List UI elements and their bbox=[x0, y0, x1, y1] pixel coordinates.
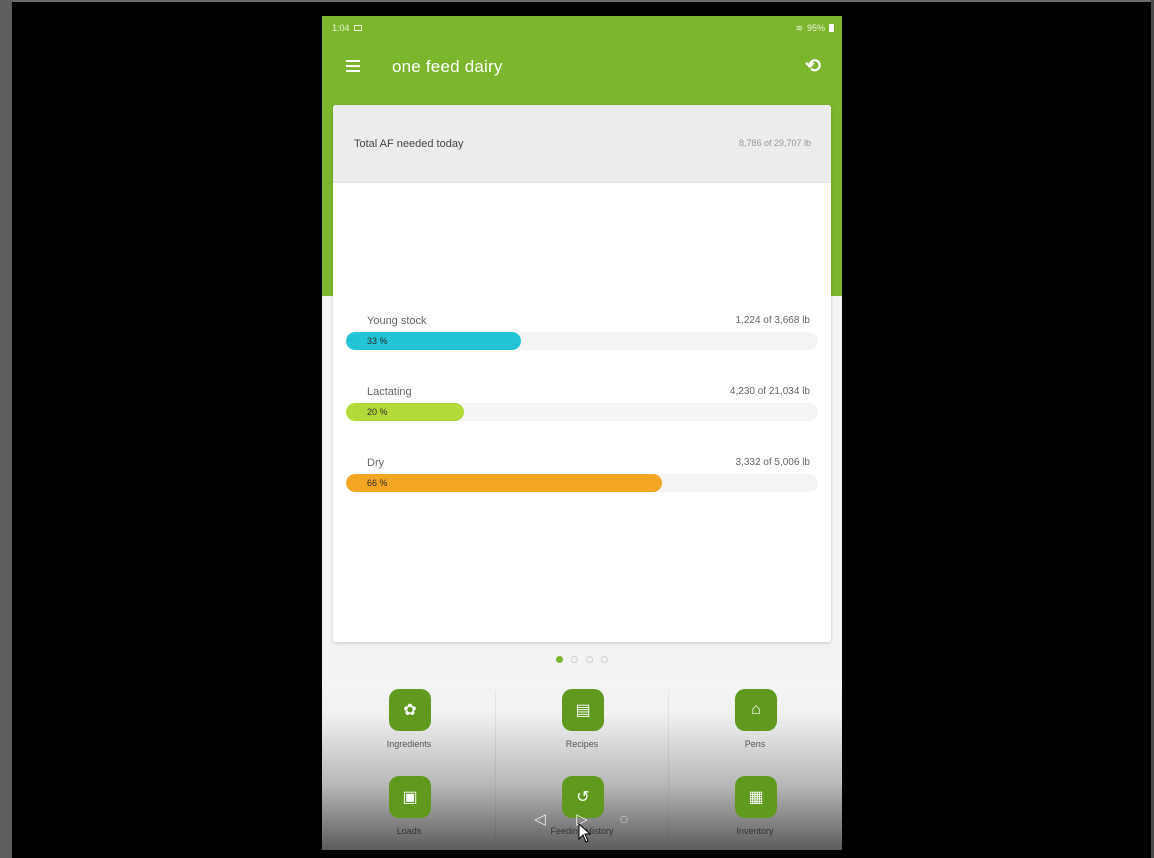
page-dot[interactable] bbox=[556, 656, 563, 663]
tile-label: Inventory bbox=[736, 826, 774, 836]
page-dot[interactable] bbox=[571, 656, 578, 663]
frame-left-edge bbox=[0, 0, 12, 858]
progress-percent: 66 % bbox=[367, 478, 388, 488]
status-left: 1:04 bbox=[332, 23, 362, 33]
summary-value: 8,786 of 29,707 lb bbox=[738, 138, 811, 148]
group-value: 1,224 of 3,668 lb bbox=[735, 315, 810, 326]
mouse-cursor-icon bbox=[578, 823, 592, 843]
group-label: Lactating bbox=[367, 386, 412, 398]
toolbar: one feed dairy ⟲ bbox=[322, 48, 842, 88]
tile-loads[interactable]: ▣ Loads bbox=[323, 767, 495, 850]
status-bar: 1:04 ≋ 95% bbox=[332, 21, 834, 35]
progress-percent: 20 % bbox=[367, 407, 388, 417]
tile-label: Recipes bbox=[565, 739, 599, 749]
page-dot[interactable] bbox=[586, 656, 593, 663]
clipboard-icon: ▤ bbox=[562, 689, 604, 731]
group-value: 3,332 of 5,006 lb bbox=[735, 457, 810, 468]
feed-summary-card: Total AF needed today 8,786 of 29,707 lb… bbox=[333, 105, 831, 642]
group-dry: Dry 3,332 of 5,006 lb 66 % bbox=[346, 457, 818, 501]
tile-label: Loads bbox=[396, 826, 422, 836]
group-label: Young stock bbox=[367, 315, 427, 327]
progress-track: 33 % bbox=[346, 332, 818, 350]
progress-fill: 66 % bbox=[346, 474, 663, 492]
barn-icon: ⌂ bbox=[735, 689, 777, 731]
page-indicator bbox=[322, 656, 842, 666]
hamburger-menu-icon[interactable] bbox=[346, 60, 362, 74]
page-dot[interactable] bbox=[601, 656, 608, 663]
progress-track: 66 % bbox=[346, 474, 818, 492]
gallery-notification-icon bbox=[353, 25, 362, 31]
group-value: 4,230 of 21,034 lb bbox=[729, 386, 810, 397]
wifi-icon: ≋ bbox=[795, 22, 803, 33]
nav-recent-icon[interactable]: ◌ bbox=[613, 809, 635, 831]
frame-top-edge bbox=[0, 0, 1154, 2]
progress-percent: 33 % bbox=[367, 336, 388, 346]
sprout-icon: ✿ bbox=[389, 689, 431, 731]
inventory-icon: ▦ bbox=[735, 776, 777, 818]
refresh-icon[interactable]: ⟲ bbox=[802, 56, 824, 78]
app-title: one feed dairy bbox=[392, 57, 503, 76]
status-time: 1:04 bbox=[332, 23, 350, 33]
progress-fill: 20 % bbox=[346, 403, 464, 421]
tile-label: Ingredients bbox=[386, 739, 432, 749]
group-lactating: Lactating 4,230 of 21,034 lb 20 % bbox=[346, 386, 818, 430]
summary-header: Total AF needed today 8,786 of 29,707 lb bbox=[333, 105, 831, 183]
nav-back-icon[interactable]: ◁ bbox=[529, 809, 551, 831]
tile-pens[interactable]: ⌂ Pens bbox=[669, 680, 841, 765]
progress-track: 20 % bbox=[346, 403, 818, 421]
group-label: Dry bbox=[367, 457, 385, 469]
tile-inventory[interactable]: ▦ Inventory bbox=[669, 767, 841, 850]
summary-label: Total AF needed today bbox=[354, 138, 464, 150]
truck-icon: ▣ bbox=[389, 776, 431, 818]
device-screen: 1:04 ≋ 95% one feed dairy ⟲ Total AF nee… bbox=[322, 16, 842, 850]
group-young-stock: Young stock 1,224 of 3,668 lb 33 % bbox=[346, 315, 818, 359]
battery-percent: 95% bbox=[806, 23, 825, 33]
tile-ingredients[interactable]: ✿ Ingredients bbox=[323, 680, 495, 765]
battery-icon bbox=[829, 24, 834, 32]
tile-recipes[interactable]: ▤ Recipes bbox=[496, 680, 668, 765]
status-right: ≋ 95% bbox=[795, 23, 834, 34]
tile-label: Pens bbox=[744, 739, 766, 749]
progress-fill: 33 % bbox=[346, 332, 521, 350]
